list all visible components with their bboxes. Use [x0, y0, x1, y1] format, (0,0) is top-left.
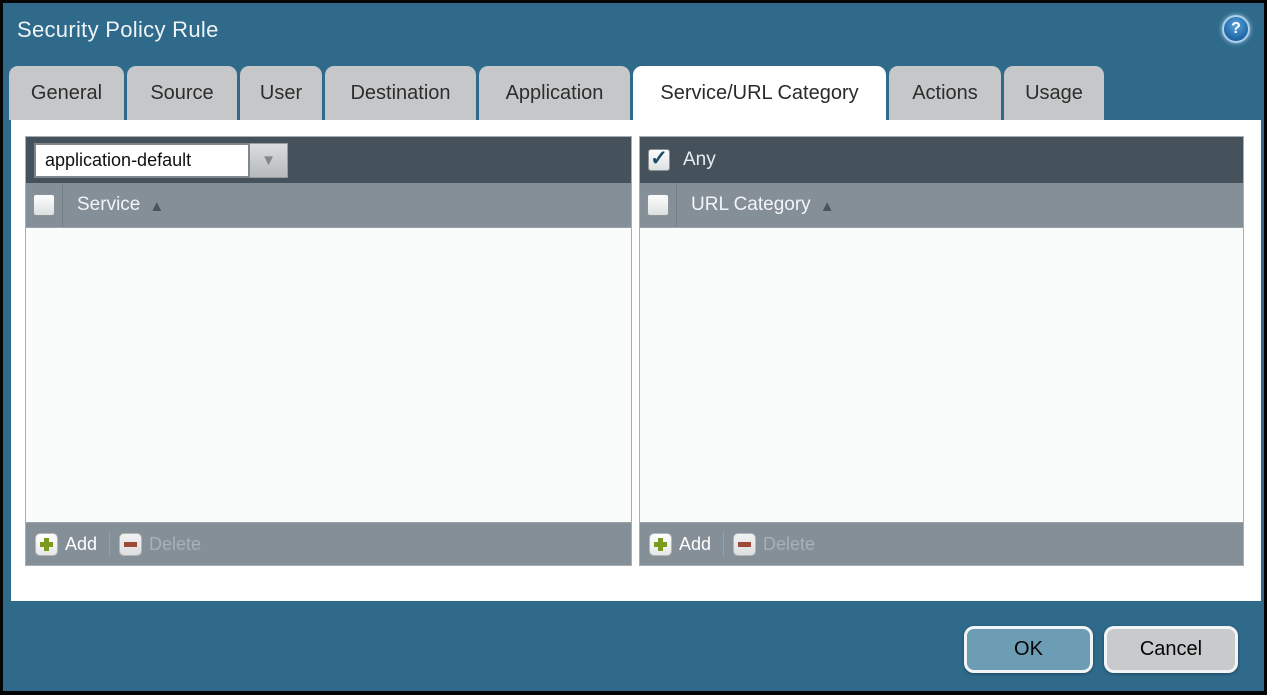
- service-type-dropdown-value[interactable]: application-default: [34, 143, 250, 178]
- screen: Security Policy Rule ? General Source Us…: [0, 0, 1267, 695]
- delete-minus-icon: [733, 533, 756, 556]
- tab-actions[interactable]: Actions: [889, 66, 1001, 120]
- tab-usage[interactable]: Usage: [1004, 66, 1104, 120]
- tab-destination[interactable]: Destination: [325, 66, 476, 120]
- sort-ascending-icon: ▲: [820, 199, 835, 214]
- add-plus-icon: [35, 533, 58, 556]
- tab-service-url-category[interactable]: Service/URL Category: [633, 66, 886, 120]
- checkmark-icon: ✓: [650, 148, 668, 169]
- footer-divider: [109, 532, 110, 556]
- tab-user[interactable]: User: [240, 66, 322, 120]
- cancel-button[interactable]: Cancel: [1104, 626, 1238, 673]
- service-select-all-checkbox[interactable]: [33, 194, 55, 216]
- service-column-label: Service: [77, 194, 140, 216]
- service-delete-label: Delete: [149, 534, 201, 555]
- url-category-any-checkbox[interactable]: ✓: [648, 149, 670, 171]
- url-category-list-body[interactable]: [640, 228, 1243, 522]
- url-category-delete-label: Delete: [763, 534, 815, 555]
- url-category-column-header-row: URL Category ▲: [640, 183, 1243, 228]
- url-category-any-label: Any: [683, 149, 716, 171]
- url-category-add-label: Add: [679, 534, 711, 555]
- url-category-any-row: ✓ Any: [648, 149, 716, 171]
- service-column-header-row: Service ▲: [26, 183, 631, 228]
- url-category-panel-footer: Add Delete: [640, 522, 1243, 565]
- tab-source[interactable]: Source: [127, 66, 237, 120]
- tab-general[interactable]: General: [9, 66, 124, 120]
- url-category-column-label: URL Category: [691, 194, 811, 216]
- service-add-button[interactable]: Add: [35, 533, 97, 556]
- help-icon[interactable]: ?: [1222, 15, 1250, 43]
- service-list-body[interactable]: [26, 228, 631, 522]
- footer-divider: [723, 532, 724, 556]
- dialog-title: Security Policy Rule: [17, 17, 219, 43]
- service-panel-header: application-default ▼: [26, 137, 631, 183]
- url-category-delete-button[interactable]: Delete: [733, 533, 815, 556]
- security-policy-rule-dialog: Security Policy Rule ? General Source Us…: [3, 3, 1264, 691]
- delete-minus-icon: [119, 533, 142, 556]
- url-category-column-header[interactable]: URL Category ▲: [691, 183, 835, 227]
- service-select-all-cell: [26, 183, 63, 227]
- url-category-select-all-cell: [640, 183, 677, 227]
- url-category-add-button[interactable]: Add: [649, 533, 711, 556]
- service-panel: application-default ▼ Service ▲: [25, 136, 632, 566]
- help-question-mark: ?: [1231, 20, 1241, 38]
- service-add-label: Add: [65, 534, 97, 555]
- service-type-dropdown[interactable]: application-default ▼: [34, 143, 288, 178]
- url-category-panel: ✓ Any URL Category ▲ Add: [639, 136, 1244, 566]
- tab-bar: General Source User Destination Applicat…: [9, 66, 1104, 120]
- tab-application[interactable]: Application: [479, 66, 630, 120]
- ok-button[interactable]: OK: [964, 626, 1093, 673]
- service-delete-button[interactable]: Delete: [119, 533, 201, 556]
- add-plus-icon: [649, 533, 672, 556]
- chevron-down-icon: ▼: [261, 153, 276, 168]
- sort-ascending-icon: ▲: [149, 199, 164, 214]
- service-column-header[interactable]: Service ▲: [77, 183, 164, 227]
- url-category-select-all-checkbox[interactable]: [647, 194, 669, 216]
- service-panel-footer: Add Delete: [26, 522, 631, 565]
- service-type-dropdown-button[interactable]: ▼: [250, 143, 288, 178]
- url-category-panel-header: ✓ Any: [640, 137, 1243, 183]
